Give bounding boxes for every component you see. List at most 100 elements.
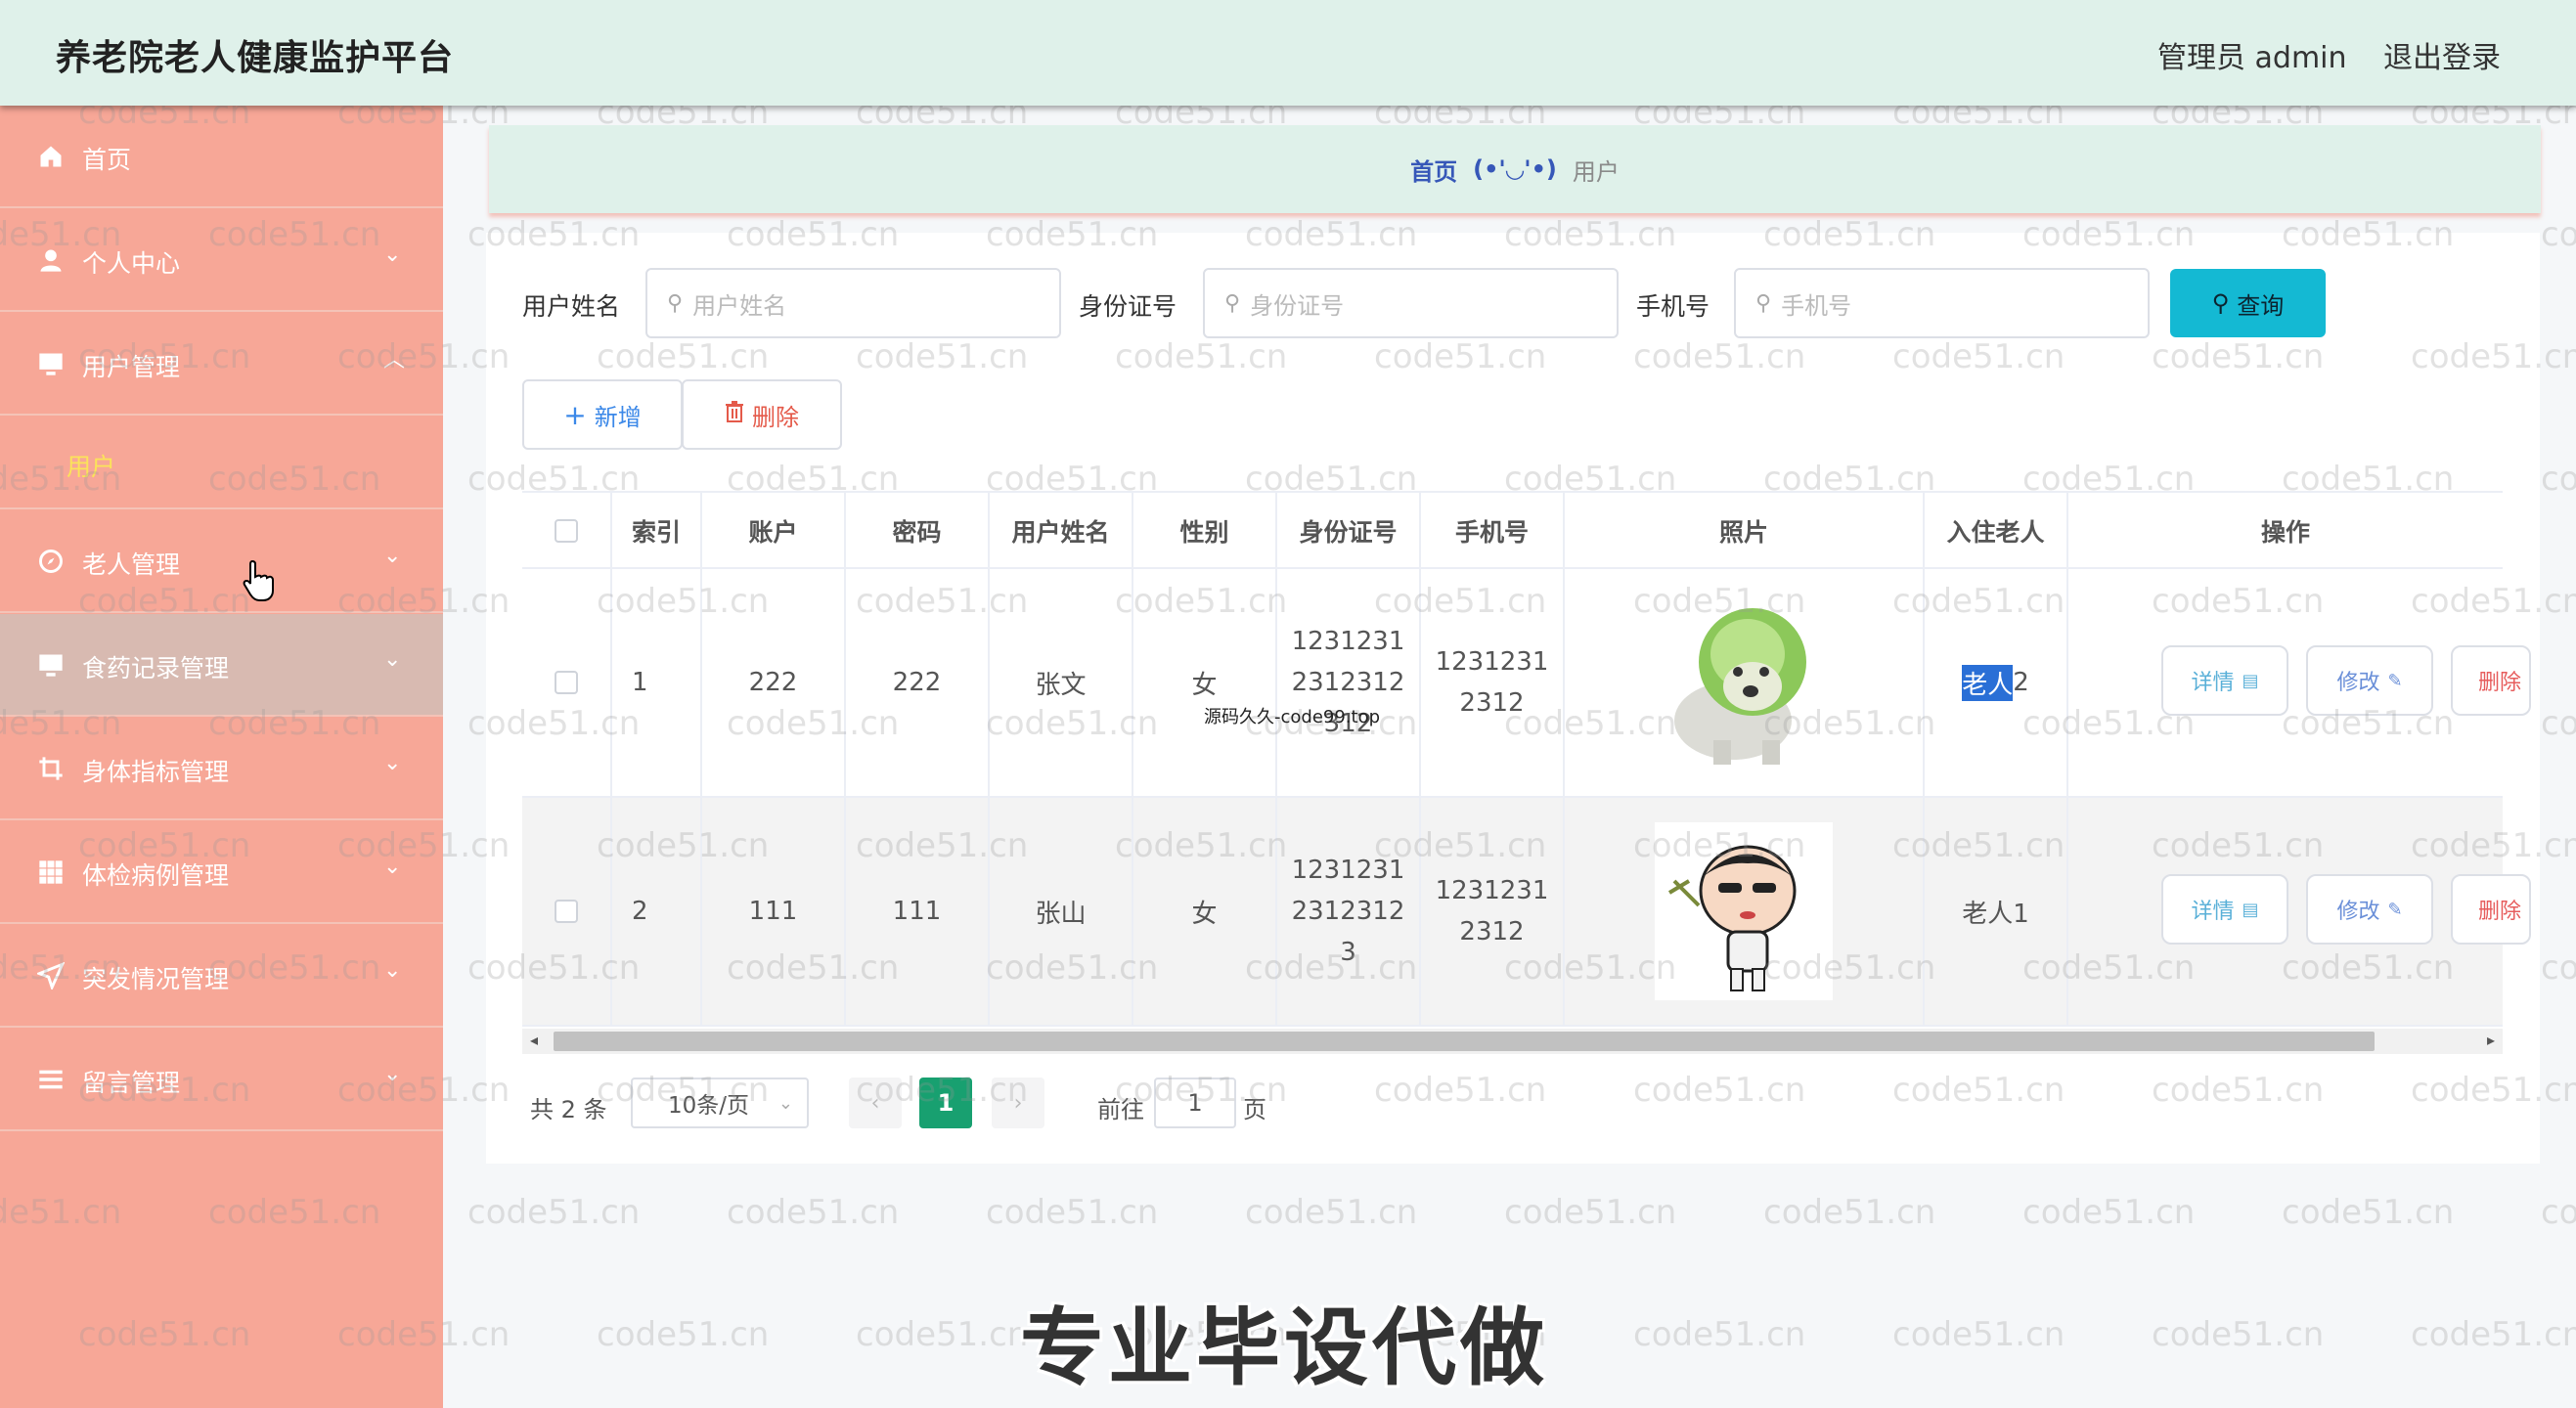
document-icon: ▤	[2242, 670, 2259, 691]
sidebar-item-messages[interactable]: 留言管理 ⌄	[0, 1029, 443, 1131]
search-id-input[interactable]: ⚲ 身份证号	[1203, 268, 1619, 338]
sidebar-item-label: 首页	[82, 146, 132, 174]
sidebar-item-body-index[interactable]: 身体指标管理 ⌄	[0, 718, 443, 820]
col-header: 账户	[702, 493, 846, 569]
page-size-select[interactable]: 10条/页 ⌄	[631, 1078, 809, 1128]
edit-label: 修改	[2336, 671, 2380, 695]
chevron-down-icon: ⌄	[383, 1062, 402, 1086]
horizontal-scrollbar[interactable]: ◂ ▸	[522, 1029, 2503, 1054]
cartoon-boy-photo[interactable]	[1655, 822, 1833, 1000]
page-jump-input[interactable]: 1	[1154, 1078, 1236, 1128]
sidebar-subitem-user[interactable]: 用户	[0, 417, 443, 509]
search-name-input[interactable]: ⚲ 用户姓名	[645, 268, 1061, 338]
edit-button[interactable]: 修改 ✎	[2306, 645, 2433, 716]
watermark-text: code51.cn	[856, 1315, 1029, 1354]
watermark-text: code51.cn	[2152, 1315, 2325, 1354]
monitor-icon	[35, 649, 67, 681]
sidebar-item-label: 食药记录管理	[82, 654, 230, 682]
scroll-left-icon[interactable]: ◂	[530, 1031, 538, 1049]
watermark-text: code51.cn	[1763, 1193, 1936, 1232]
detail-button[interactable]: 详情 ▤	[2161, 645, 2288, 716]
chevron-down-icon: ⌄	[383, 751, 402, 775]
watermark-text: code51.cn	[2541, 215, 2576, 254]
delete-button[interactable]: 删除	[2451, 874, 2531, 945]
sidebar: 首页 个人中心 ⌄ 用户管理 ︿ 用户 老人管理 ⌄ 食药记录管理 ⌄ 身体指标…	[0, 106, 443, 1408]
row-checkbox[interactable]	[555, 671, 578, 694]
watermark-text: code51.cn	[727, 1193, 900, 1232]
col-header: 用户姓名	[990, 493, 1133, 569]
next-page-button[interactable]: ›	[992, 1078, 1044, 1128]
breadcrumb-home[interactable]: 首页	[1410, 153, 1457, 187]
edit-label: 修改	[2336, 900, 2380, 924]
sidebar-item-label: 用户管理	[82, 353, 181, 381]
sidebar-subitem-label: 用户	[67, 453, 116, 481]
select-all-checkbox[interactable]	[555, 519, 578, 543]
row-select[interactable]	[522, 569, 612, 796]
edit-button[interactable]: 修改 ✎	[2306, 874, 2433, 945]
add-button[interactable]: + 新增	[522, 379, 683, 450]
cell-index: 1	[612, 569, 702, 796]
watermark-text: code51.cn	[2541, 1193, 2576, 1232]
monitor-icon	[35, 348, 67, 379]
app-title: 养老院老人健康监护平台	[56, 38, 455, 78]
search-phone-label: 手机号	[1636, 292, 1710, 321]
query-button[interactable]: ⚲ 查询	[2170, 269, 2326, 337]
cell-index: 2	[612, 798, 702, 1025]
home-icon	[35, 141, 67, 172]
sidebar-item-checkup[interactable]: 体检病例管理 ⌄	[0, 821, 443, 924]
delete-button[interactable]: 删除	[2451, 645, 2531, 716]
detail-button[interactable]: 详情 ▤	[2161, 874, 2288, 945]
col-header: 密码	[846, 493, 990, 569]
search-icon: ⚲	[2211, 289, 2230, 317]
search-phone-input[interactable]: ⚲ 手机号	[1734, 268, 2150, 338]
admin-user-label: 管理员 admin	[2157, 41, 2347, 75]
sidebar-item-label: 留言管理	[82, 1069, 181, 1097]
scrollbar-thumb[interactable]	[554, 1032, 2375, 1051]
promo-caption: 专业毕设代做	[1020, 1299, 1548, 1397]
page-size-value: 10条/页	[668, 1093, 750, 1119]
cell-account: 222	[702, 569, 846, 796]
chevron-down-icon: ⌄	[383, 958, 402, 983]
cell-photo	[1565, 798, 1925, 1025]
query-button-label: 查询	[2237, 291, 2285, 320]
cabbage-dog-photo[interactable]	[1655, 594, 1833, 771]
user-icon	[35, 244, 67, 276]
page-number-current[interactable]: 1	[919, 1078, 972, 1128]
watermark-text: code51.cn	[2022, 1193, 2196, 1232]
sidebar-item-user-management[interactable]: 用户管理 ︿	[0, 313, 443, 416]
batch-delete-button[interactable]: 删除	[682, 379, 842, 450]
prev-page-button[interactable]: ‹	[849, 1078, 902, 1128]
chevron-down-icon: ⌄	[383, 855, 402, 879]
row-select[interactable]	[522, 798, 612, 1025]
chevron-up-icon: ︿	[383, 348, 406, 373]
hand-cursor-icon	[243, 559, 274, 601]
cell-actions: 详情 ▤ 修改 ✎ 删除	[2068, 798, 2531, 1025]
pencil-icon: ✎	[2387, 899, 2403, 920]
breadcrumb-current: 用户	[1572, 157, 1620, 186]
sidebar-item-home[interactable]: 首页	[0, 106, 443, 208]
logout-link[interactable]: 退出登录	[2383, 33, 2501, 76]
sidebar-item-emergency[interactable]: 突发情况管理 ⌄	[0, 925, 443, 1028]
pager-unit: 页	[1243, 1096, 1266, 1123]
watermark-text: code51.cn	[2541, 704, 2576, 743]
delete-label: 删除	[2478, 671, 2522, 695]
header-select-all[interactable]	[522, 493, 612, 569]
add-button-label: 新增	[594, 403, 642, 431]
chevron-right-icon: ›	[1013, 1090, 1023, 1116]
row-checkbox[interactable]	[555, 900, 578, 923]
sidebar-item-label: 个人中心	[82, 249, 181, 278]
sidebar-item-elder-management[interactable]: 老人管理 ⌄	[0, 510, 443, 613]
scroll-right-icon[interactable]: ▸	[2487, 1031, 2495, 1049]
chevron-down-icon: ⌄	[383, 647, 402, 672]
sidebar-item-food-medicine[interactable]: 食药记录管理 ⌄	[0, 614, 443, 717]
table-header: 索引 账户 密码 用户姓名 性别 身份证号 手机号 照片 入住老人 操作	[522, 491, 2503, 569]
cell-photo	[1565, 569, 1925, 796]
col-header: 索引	[612, 493, 702, 569]
sidebar-item-profile[interactable]: 个人中心 ⌄	[0, 209, 443, 312]
chevron-down-icon: ⌄	[383, 544, 402, 568]
cell-elder: 老人1	[1925, 798, 2068, 1025]
detail-label: 详情	[2191, 671, 2235, 695]
cell-account: 111	[702, 798, 846, 1025]
search-name-placeholder: 用户姓名	[692, 291, 787, 320]
cell-name: 张山	[990, 798, 1133, 1025]
